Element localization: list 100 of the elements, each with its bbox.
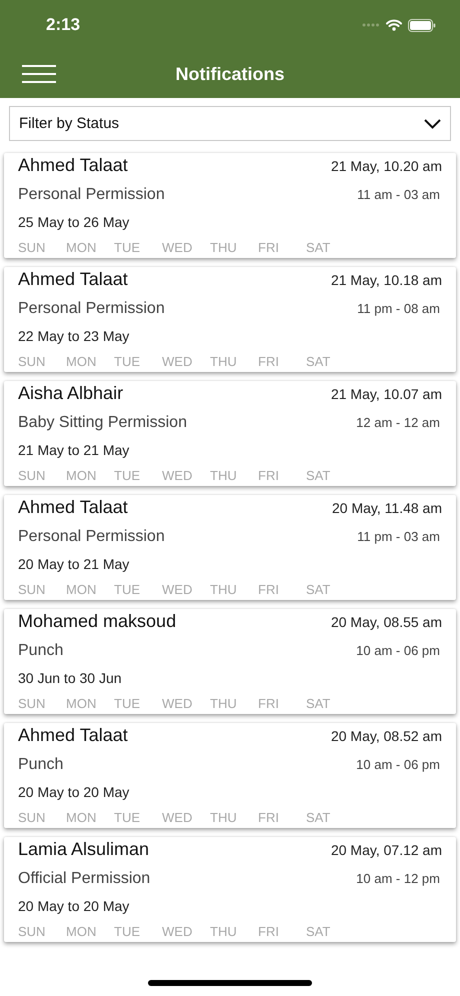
weekday-label: WED xyxy=(162,696,194,711)
weekday-label: MON xyxy=(66,582,98,597)
signal-icon xyxy=(362,23,380,27)
weekday-label: FRI xyxy=(258,582,280,597)
weekday-label: FRI xyxy=(258,810,280,825)
employee-name: Ahmed Talaat xyxy=(18,155,128,176)
weekday-label: TUE xyxy=(114,468,141,483)
notification-card[interactable]: Ahmed Talaat 21 May, 10.20 am Personal Permission 11 am - 03 am 25 May to 26 May SUN MON TUE WED THU FRI SAT xyxy=(4,153,456,258)
request-type: Personal Permission xyxy=(18,186,165,204)
weekday-label: SUN xyxy=(18,924,46,939)
timestamp: 20 May, 07.12 am xyxy=(330,842,442,858)
weekday-label: TUE xyxy=(114,582,141,597)
wifi-icon xyxy=(386,19,402,31)
time-range: 11 am - 03 am xyxy=(357,187,441,202)
weekday-label: THU xyxy=(210,696,238,711)
date-range: 22 May to 23 May xyxy=(18,328,130,344)
weekday-label: FRI xyxy=(258,696,280,711)
weekday-label: SUN xyxy=(18,582,46,597)
weekday-label: TUE xyxy=(114,240,141,255)
request-type: Baby Sitting Permission xyxy=(18,414,187,432)
weekday-label: MON xyxy=(66,354,98,369)
timestamp: 21 May, 10.18 am xyxy=(330,272,442,288)
weekday-label: FRI xyxy=(258,240,280,255)
request-type: Punch xyxy=(18,642,64,660)
weekday-label: TUE xyxy=(114,696,141,711)
notification-card[interactable]: Ahmed Talaat 21 May, 10.18 am Personal Permission 11 pm - 08 am 22 May to 23 May SUN MON TUE WED THU FRI SAT xyxy=(4,267,456,372)
weekday-label: THU xyxy=(210,924,238,939)
employee-name: Ahmed Talaat xyxy=(18,269,128,290)
weekday-label: FRI xyxy=(258,354,280,369)
weekday-label: WED xyxy=(162,582,194,597)
time-range: 11 pm - 03 am xyxy=(357,529,441,544)
weekday-label: WED xyxy=(162,240,194,255)
weekday-label: TUE xyxy=(114,810,141,825)
weekday-label: SUN xyxy=(18,696,46,711)
notification-card[interactable]: Lamia Alsuliman 20 May, 07.12 am Official Permission 10 am - 12 pm 20 May to 20 May SUN MON TUE WED THU FRI SAT xyxy=(4,837,456,942)
notification-card[interactable]: Mohamed maksoud 20 May, 08.55 am Punch 10 am - 06 pm 30 Jun to 30 Jun SUN MON TUE WED THU FRI SAT xyxy=(4,609,456,714)
timestamp: 20 May, 08.52 am xyxy=(330,728,442,744)
timestamp: 20 May, 11.48 am xyxy=(332,500,442,516)
weekday-label: SUN xyxy=(18,354,46,369)
weekday-label: MON xyxy=(66,810,98,825)
weekday-label: SAT xyxy=(306,354,332,369)
weekday-label: SAT xyxy=(306,810,332,825)
date-range: 20 May to 20 May xyxy=(18,784,130,800)
request-type: Official Permission xyxy=(18,870,150,888)
weekday-label: THU xyxy=(210,354,238,369)
time-range: 10 am - 06 pm xyxy=(356,643,441,658)
notification-card[interactable]: Ahmed Talaat 20 May, 11.48 am Personal Permission 11 pm - 03 am 20 May to 21 May SUN MON TUE WED THU FRI SAT xyxy=(4,495,456,600)
weekday-label: SUN xyxy=(18,468,46,483)
weekday-label: SUN xyxy=(18,810,46,825)
date-range: 30 Jun to 30 Jun xyxy=(18,670,122,686)
status-filter-dropdown[interactable]: Filter by Status xyxy=(9,106,451,141)
notification-card[interactable]: Ahmed Talaat 20 May, 08.52 am Punch 10 am - 06 pm 20 May to 20 May SUN MON TUE WED THU FRI SAT xyxy=(4,723,456,828)
weekday-label: MON xyxy=(66,468,98,483)
weekday-label: SAT xyxy=(306,240,332,255)
time-range: 12 am - 12 am xyxy=(356,415,441,430)
timestamp: 20 May, 08.55 am xyxy=(330,614,442,630)
weekday-label: WED xyxy=(162,468,194,483)
weekday-label: SAT xyxy=(306,696,332,711)
weekday-label: THU xyxy=(210,582,238,597)
battery-icon xyxy=(408,18,436,32)
employee-name: Mohamed maksoud xyxy=(18,611,176,632)
employee-name: Ahmed Talaat xyxy=(18,725,128,746)
time-range: 11 pm - 08 am xyxy=(357,301,441,316)
screen-title: Notifications xyxy=(175,64,284,85)
chevron-down-icon xyxy=(424,118,441,128)
weekday-label: THU xyxy=(210,240,238,255)
weekday-label: WED xyxy=(162,354,194,369)
weekday-label: MON xyxy=(66,696,98,711)
time-range: 10 am - 12 pm xyxy=(356,871,441,886)
timestamp: 21 May, 10.07 am xyxy=(330,386,442,402)
filter-placeholder: Filter by Status xyxy=(19,115,120,132)
weekday-label: THU xyxy=(210,468,238,483)
employee-name: Lamia Alsuliman xyxy=(18,839,150,860)
weekday-label: WED xyxy=(162,924,194,939)
weekday-label: MON xyxy=(66,240,98,255)
menu-icon[interactable] xyxy=(22,65,56,83)
weekday-label: WED xyxy=(162,810,194,825)
weekday-label: SAT xyxy=(306,924,332,939)
notification-card[interactable]: Aisha Albhair 21 May, 10.07 am Baby Sitting Permission 12 am - 12 am 21 May to 21 May SUN MON TUE WED THU FRI SAT xyxy=(4,381,456,486)
weekday-label: FRI xyxy=(258,924,280,939)
date-range: 25 May to 26 May xyxy=(18,214,130,230)
weekday-label: TUE xyxy=(114,924,141,939)
weekday-label: SAT xyxy=(306,468,332,483)
date-range: 21 May to 21 May xyxy=(18,442,130,458)
request-type: Punch xyxy=(18,756,64,774)
request-type: Personal Permission xyxy=(18,300,165,318)
date-range: 20 May to 20 May xyxy=(18,898,130,914)
timestamp: 21 May, 10.20 am xyxy=(330,158,442,174)
time-range: 10 am - 06 pm xyxy=(356,757,441,772)
weekday-label: SUN xyxy=(18,240,46,255)
status-time: 2:13 xyxy=(46,15,80,35)
weekday-label: TUE xyxy=(114,354,141,369)
employee-name: Aisha Albhair xyxy=(18,383,124,404)
request-type: Personal Permission xyxy=(18,528,165,546)
weekday-label: THU xyxy=(210,810,238,825)
weekday-label: SAT xyxy=(306,582,332,597)
employee-name: Ahmed Talaat xyxy=(18,497,128,518)
weekday-label: MON xyxy=(66,924,98,939)
weekday-label: FRI xyxy=(258,468,280,483)
date-range: 20 May to 21 May xyxy=(18,556,130,572)
